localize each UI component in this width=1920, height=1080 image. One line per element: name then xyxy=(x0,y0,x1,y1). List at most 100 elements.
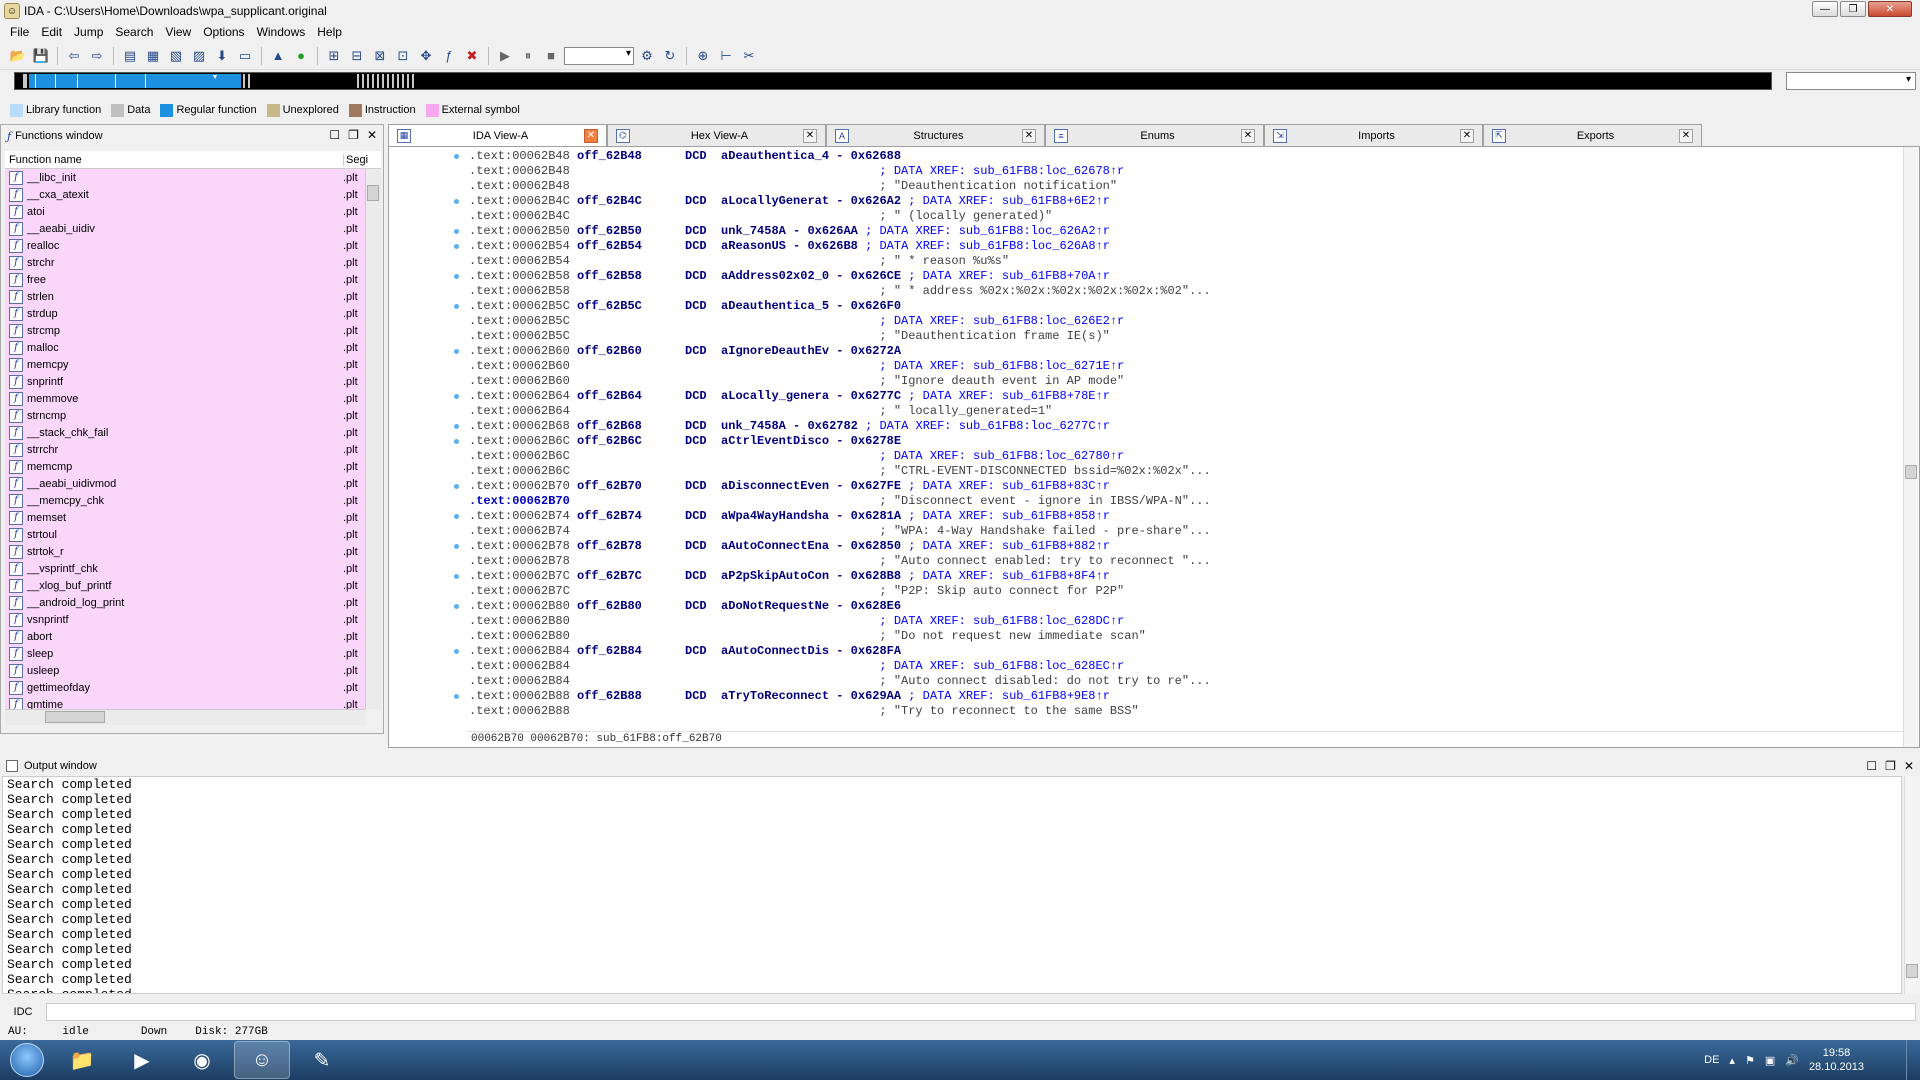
disasm-line[interactable]: .text:00062B64 ; " locally_generated=1" xyxy=(469,404,1889,419)
menu-options[interactable]: Options xyxy=(197,25,250,39)
disasm-line[interactable]: .text:00062B6C ; "CTRL-EVENT-DISCONNECTED… xyxy=(469,464,1889,479)
function-row[interactable]: f gmtime .plt xyxy=(5,696,373,709)
disasm-line[interactable]: .text:00062B80 ; DATA XREF: sub_61FB8:loc… xyxy=(469,614,1889,629)
line-label[interactable]: off_62B60 xyxy=(577,344,642,358)
line-operand[interactable]: aIgnoreDeauthEv - 0x6272A xyxy=(721,344,901,358)
function-row[interactable]: f atoi .plt xyxy=(5,203,373,220)
clock[interactable]: 19:58 28.10.2013 xyxy=(1809,1046,1864,1074)
function-row[interactable]: f vsnprintf .plt xyxy=(5,611,373,628)
play-icon[interactable]: ▶ xyxy=(495,46,515,66)
disasm-line[interactable]: .text:00062B7C ; "P2P: Skip auto connect … xyxy=(469,584,1889,599)
function-row[interactable]: f abort .plt xyxy=(5,628,373,645)
step-icon[interactable]: ↻ xyxy=(660,46,680,66)
line-operand[interactable]: aReasonUS - 0x626B8 xyxy=(721,239,858,253)
line-label[interactable]: off_62B70 xyxy=(577,479,642,493)
line-operand[interactable]: aDisconnectEven - 0x627FE xyxy=(721,479,901,493)
delete-icon[interactable]: ✖ xyxy=(462,46,482,66)
disasm-line[interactable]: .text:00062B84 off_62B84 DCD aAutoConnect… xyxy=(469,644,1889,659)
col-function-name[interactable]: Function name xyxy=(5,154,343,166)
disasm-line[interactable]: .text:00062B6C ; DATA XREF: sub_61FB8:loc… xyxy=(469,449,1889,464)
disasm-line[interactable]: .text:00062B68 off_62B68 DCD unk_7458A - … xyxy=(469,419,1889,434)
close-button[interactable]: ✕ xyxy=(1868,1,1912,17)
line-label[interactable]: off_62B68 xyxy=(577,419,642,433)
line-operand[interactable]: unk_7458A - 0x62782 xyxy=(721,419,858,433)
trace-icon[interactable]: ⊢ xyxy=(716,46,736,66)
line-operand[interactable]: aP2pSkipAutoCon - 0x628B8 xyxy=(721,569,901,583)
tray-arrow-icon[interactable]: ▴ xyxy=(1729,1054,1735,1067)
jump-list-icon[interactable]: ▭ xyxy=(235,46,255,66)
function-row[interactable]: f memset .plt xyxy=(5,509,373,526)
function-row[interactable]: f memmove .plt xyxy=(5,390,373,407)
tab-exports[interactable]: ⇱ Exports ✕ xyxy=(1483,124,1702,146)
line-label[interactable]: off_62B48 xyxy=(577,149,642,163)
function-row[interactable]: f strdup .plt xyxy=(5,305,373,322)
line-operand[interactable]: aWpa4WayHandsha - 0x6281A xyxy=(721,509,901,523)
function-row[interactable]: f __cxa_atexit .plt xyxy=(5,186,373,203)
nav-band-zoom-select[interactable] xyxy=(1786,72,1916,90)
float-pane-icon[interactable]: ❐ xyxy=(348,128,359,142)
tab-close-icon[interactable]: ✕ xyxy=(1679,128,1693,143)
function-row[interactable]: f usleep .plt xyxy=(5,662,373,679)
function-row[interactable]: f __vsprintf_chk .plt xyxy=(5,560,373,577)
output-vscrollbar[interactable] xyxy=(1904,776,1920,994)
disasm-line[interactable]: .text:00062B88 ; "Try to reconnect to the… xyxy=(469,704,1889,719)
line-label[interactable]: off_62B5C xyxy=(577,299,642,313)
line-operand[interactable]: aDoNotRequestNe - 0x628E6 xyxy=(721,599,901,613)
menu-windows[interactable]: Windows xyxy=(251,25,312,39)
function-row[interactable]: f strncmp .plt xyxy=(5,407,373,424)
tab-close-icon[interactable]: ✕ xyxy=(803,128,817,143)
media-player-taskbar-icon[interactable]: ▶ xyxy=(114,1041,170,1079)
breakpoint-icon[interactable]: ⊕ xyxy=(693,46,713,66)
graph-icon[interactable]: ▲ xyxy=(268,46,288,66)
menu-search[interactable]: Search xyxy=(109,25,159,39)
disasm-line[interactable]: .text:00062B48 ; DATA XREF: sub_61FB8:loc… xyxy=(469,164,1889,179)
start-button[interactable] xyxy=(0,1040,54,1080)
disasm-line[interactable]: .text:00062B70 ; "Disconnect event - igno… xyxy=(469,494,1889,509)
run-green-icon[interactable]: ● xyxy=(291,46,311,66)
disasm-line[interactable]: .text:00062B48 ; "Deauthentication notifi… xyxy=(469,179,1889,194)
function-row[interactable]: f __aeabi_uidiv .plt xyxy=(5,220,373,237)
show-desktop-button[interactable] xyxy=(1906,1040,1920,1080)
minimize-button[interactable]: — xyxy=(1812,1,1838,17)
disasm-line[interactable]: .text:00062B74 ; "WPA: 4-Way Handshake fa… xyxy=(469,524,1889,539)
debugger-select[interactable] xyxy=(564,46,634,65)
search-binary-icon[interactable]: ▦ xyxy=(143,46,163,66)
tab-hex-view-a[interactable]: ⌬ Hex View-A ✕ xyxy=(607,124,826,146)
tab-close-icon[interactable]: ✕ xyxy=(1241,128,1255,143)
idc-input[interactable] xyxy=(46,1003,1916,1021)
language-indicator[interactable]: DE xyxy=(1704,1054,1719,1066)
disasm-line[interactable]: .text:00062B78 ; "Auto connect enabled: t… xyxy=(469,554,1889,569)
disasm-line[interactable]: .text:00062B80 ; "Do not request new imme… xyxy=(469,629,1889,644)
line-operand[interactable]: aAddress02x02_0 - 0x626CE xyxy=(721,269,901,283)
output-text[interactable]: Search completed Search completed Search c… xyxy=(2,776,1902,994)
function-row[interactable]: f strcmp .plt xyxy=(5,322,373,339)
function-row[interactable]: f __xlog_buf_printf .plt xyxy=(5,577,373,594)
line-label[interactable]: off_62B7C xyxy=(577,569,642,583)
disassembly-listing[interactable]: .text:00062B48 off_62B48 DCD aDeauthentic… xyxy=(469,149,1889,719)
data-icon[interactable]: ⊟ xyxy=(347,46,367,66)
function-row[interactable]: f strrchr .plt xyxy=(5,441,373,458)
maximize-output-icon[interactable]: ☐ xyxy=(1866,759,1877,773)
tools-icon[interactable]: ✂ xyxy=(739,46,759,66)
jump-down-icon[interactable]: ⬇ xyxy=(212,46,232,66)
disasm-line[interactable]: .text:00062B5C ; DATA XREF: sub_61FB8:loc… xyxy=(469,314,1889,329)
line-operand[interactable]: aLocally_genera - 0x6277C xyxy=(721,389,901,403)
flag-icon[interactable]: ⚑ xyxy=(1745,1054,1755,1067)
close-pane-icon[interactable]: ✕ xyxy=(367,128,377,142)
tab-close-icon[interactable]: ✕ xyxy=(1022,128,1036,143)
line-label[interactable]: off_62B54 xyxy=(577,239,642,253)
disasm-line[interactable]: .text:00062B70 off_62B70 DCD aDisconnectE… xyxy=(469,479,1889,494)
disasm-line[interactable]: .text:00062B60 ; "Ignore deauth event in … xyxy=(469,374,1889,389)
tab-close-icon[interactable]: ✕ xyxy=(584,128,598,143)
tab-imports[interactable]: ⇲ Imports ✕ xyxy=(1264,124,1483,146)
float-output-icon[interactable]: ❐ xyxy=(1885,759,1896,773)
menu-jump[interactable]: Jump xyxy=(68,25,109,39)
line-operand[interactable]: aLocallyGenerat - 0x626A2 xyxy=(721,194,901,208)
menu-help[interactable]: Help xyxy=(311,25,348,39)
array-icon[interactable]: ⊡ xyxy=(393,46,413,66)
menu-view[interactable]: View xyxy=(159,25,197,39)
forward-icon[interactable]: ⇨ xyxy=(87,46,107,66)
disasm-line[interactable]: .text:00062B78 off_62B78 DCD aAutoConnect… xyxy=(469,539,1889,554)
function-row[interactable]: f sleep .plt xyxy=(5,645,373,662)
disasm-line[interactable]: .text:00062B4C off_62B4C DCD aLocallyGene… xyxy=(469,194,1889,209)
